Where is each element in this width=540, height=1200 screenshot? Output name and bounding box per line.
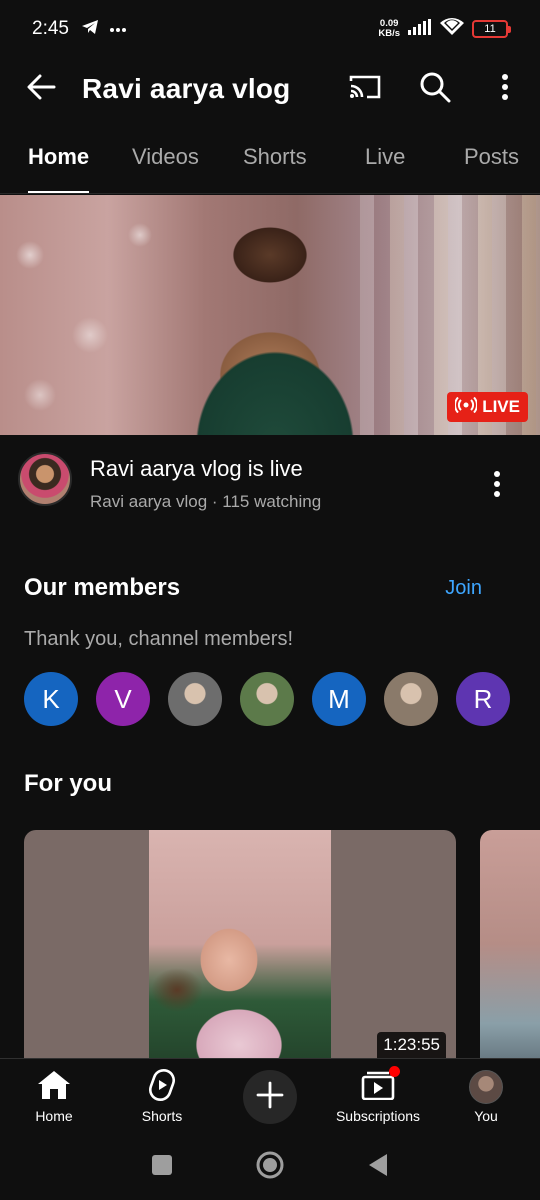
for-you-title: For you: [24, 770, 112, 797]
live-title[interactable]: Ravi aarya vlog is live: [90, 456, 472, 482]
live-info-row: Ravi aarya vlog is live Ravi aarya vlog …: [0, 435, 540, 535]
live-more-button[interactable]: [472, 466, 522, 506]
more-options-button[interactable]: [470, 58, 540, 120]
channel-title: Ravi aarya vlog: [82, 73, 291, 104]
plus-icon: [256, 1081, 284, 1112]
net-speed: 0.09 KB/s: [378, 18, 400, 39]
members-avatars: KV M R: [24, 672, 510, 726]
video-duration: 1:23:55: [377, 1032, 446, 1058]
video-card[interactable]: 1:23:55: [24, 830, 456, 1058]
status-time: 2:45: [32, 18, 69, 39]
battery-icon: 11: [472, 20, 511, 38]
cast-icon: [348, 73, 382, 106]
members-header: Our members Join: [24, 568, 516, 608]
back-button[interactable]: [0, 58, 82, 120]
live-broadcast-icon: [454, 396, 479, 418]
notification-dot: [389, 1066, 400, 1077]
nav-you-label: You: [474, 1107, 498, 1124]
tab-home[interactable]: Home: [28, 120, 90, 193]
tab-live[interactable]: Live: [365, 120, 405, 193]
cast-button[interactable]: [330, 58, 400, 120]
back-arrow-icon: [26, 74, 56, 105]
back-triangle-button[interactable]: [367, 1152, 389, 1183]
shorts-icon: [148, 1068, 176, 1105]
system-nav-bar: [0, 1134, 540, 1200]
bottom-nav: Home Shorts Subscriptions You: [0, 1058, 540, 1134]
join-button[interactable]: Join: [445, 577, 482, 600]
channel-avatar[interactable]: [18, 452, 72, 506]
nav-shorts[interactable]: Shorts: [108, 1059, 216, 1134]
more-vert-icon: [501, 73, 509, 106]
more-vert-icon: [493, 470, 501, 503]
search-icon: [419, 71, 451, 108]
member-avatar[interactable]: R: [456, 672, 510, 726]
search-button[interactable]: [400, 58, 470, 120]
live-stream-thumbnail[interactable]: LIVE: [0, 195, 540, 435]
more-dots-icon: [109, 20, 127, 38]
home-circle-button[interactable]: [255, 1150, 285, 1185]
telegram-icon: [81, 19, 99, 40]
nav-create[interactable]: [216, 1059, 324, 1134]
member-avatar[interactable]: [168, 672, 222, 726]
tab-shorts[interactable]: Shorts: [243, 120, 307, 193]
live-badge: LIVE: [447, 392, 528, 422]
nav-home-label: Home: [35, 1107, 73, 1124]
app-bar: Ravi aarya vlog: [0, 58, 540, 120]
tab-posts[interactable]: Posts: [464, 120, 519, 193]
nav-subscriptions-label: Subscriptions: [335, 1107, 421, 1124]
tab-videos[interactable]: Videos: [132, 120, 199, 193]
member-avatar[interactable]: V: [96, 672, 150, 726]
member-avatar[interactable]: [240, 672, 294, 726]
user-avatar: [469, 1069, 503, 1104]
video-thumbnail: [149, 830, 331, 1058]
home-icon: [37, 1070, 71, 1103]
channel-tabs: Home Videos Shorts Live Posts: [0, 120, 540, 194]
nav-shorts-label: Shorts: [141, 1107, 183, 1124]
member-avatar[interactable]: M: [312, 672, 366, 726]
members-title: Our members: [24, 574, 181, 601]
wifi-icon: [440, 17, 464, 41]
video-card-next[interactable]: [480, 830, 540, 1058]
signal-icon: [408, 18, 432, 40]
members-subtitle: Thank you, channel members!: [24, 628, 294, 650]
live-badge-label: LIVE: [482, 397, 520, 416]
nav-you[interactable]: You: [432, 1059, 540, 1134]
nav-subscriptions[interactable]: Subscriptions: [324, 1059, 432, 1134]
live-subtitle: Ravi aarya vlog · 115 watching: [90, 492, 322, 511]
member-avatar[interactable]: K: [24, 672, 78, 726]
member-avatar[interactable]: [384, 672, 438, 726]
status-bar: 2:45 0.09 KB/s 11: [0, 0, 540, 58]
create-button[interactable]: [243, 1069, 297, 1124]
recents-button[interactable]: [151, 1154, 173, 1181]
nav-home[interactable]: Home: [0, 1059, 108, 1134]
subscriptions-icon: [361, 1066, 400, 1103]
